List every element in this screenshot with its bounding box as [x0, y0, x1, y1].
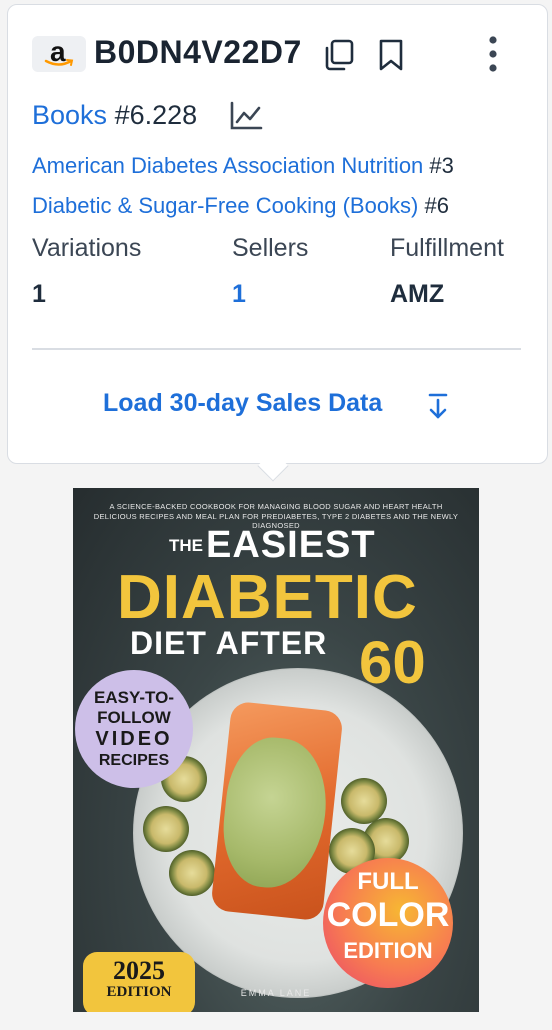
- load-sales-data-button[interactable]: Load 30-day Sales Data: [103, 389, 382, 418]
- zucchini-slice: [341, 778, 387, 824]
- asin-label: B0DN4V22D7: [94, 34, 302, 70]
- zucchini-slice: [169, 850, 215, 896]
- category-link[interactable]: Books: [32, 100, 107, 130]
- edition-year-badge: 2025 EDITION: [83, 952, 195, 1012]
- variations-value: 1: [32, 280, 46, 308]
- cover-author: EMMA LANE: [240, 988, 312, 998]
- category-rank-number: #6.228: [114, 100, 198, 130]
- fulfillment-label: Fulfillment: [390, 234, 504, 262]
- bookmark-icon[interactable]: [376, 38, 406, 72]
- subcategory-link[interactable]: Diabetic & Sugar-Free Cooking (Books): [32, 193, 418, 218]
- sellers-value-link[interactable]: 1: [232, 280, 246, 309]
- subcategory-rank: Diabetic & Sugar-Free Cooking (Books) #6: [32, 193, 449, 219]
- divider: [32, 348, 521, 350]
- cover-title-diabetic: DIABETIC: [117, 563, 418, 632]
- cover-title-easiest: EASIEST: [206, 524, 376, 566]
- line-chart-icon[interactable]: [228, 100, 264, 132]
- cover-title-the: THE: [169, 536, 203, 555]
- cover-tagline: A SCIENCE-BACKED COOKBOOK FOR MANAGING B…: [109, 502, 443, 511]
- book-cover-image[interactable]: A SCIENCE-BACKED COOKBOOK FOR MANAGING B…: [73, 488, 479, 1012]
- download-arrow-icon[interactable]: [426, 392, 450, 420]
- more-vertical-icon[interactable]: [480, 34, 506, 74]
- fulfillment-value: AMZ: [390, 280, 445, 308]
- category-rank: Books #6.228: [32, 100, 197, 131]
- zucchini-slice: [143, 806, 189, 852]
- subcategory-link[interactable]: American Diabetes Association Nutrition: [32, 153, 423, 178]
- subcategory-rank-number: #3: [429, 153, 454, 178]
- cover-title-sixty: 60: [359, 629, 426, 696]
- copy-icon[interactable]: [322, 38, 356, 72]
- amazon-logo-icon: a: [32, 36, 86, 72]
- full-color-badge: FULL COLOR EDITION: [323, 858, 453, 988]
- variations-label: Variations: [32, 234, 142, 262]
- subcategory-rank-number: #6: [424, 193, 449, 218]
- video-recipes-badge: EASY-TO- FOLLOW VIDEO RECIPES: [75, 670, 193, 788]
- cover-title-diet-after: DIET AFTER: [130, 625, 328, 661]
- subcategory-rank: American Diabetes Association Nutrition …: [32, 153, 454, 179]
- sellers-label: Sellers: [232, 234, 309, 262]
